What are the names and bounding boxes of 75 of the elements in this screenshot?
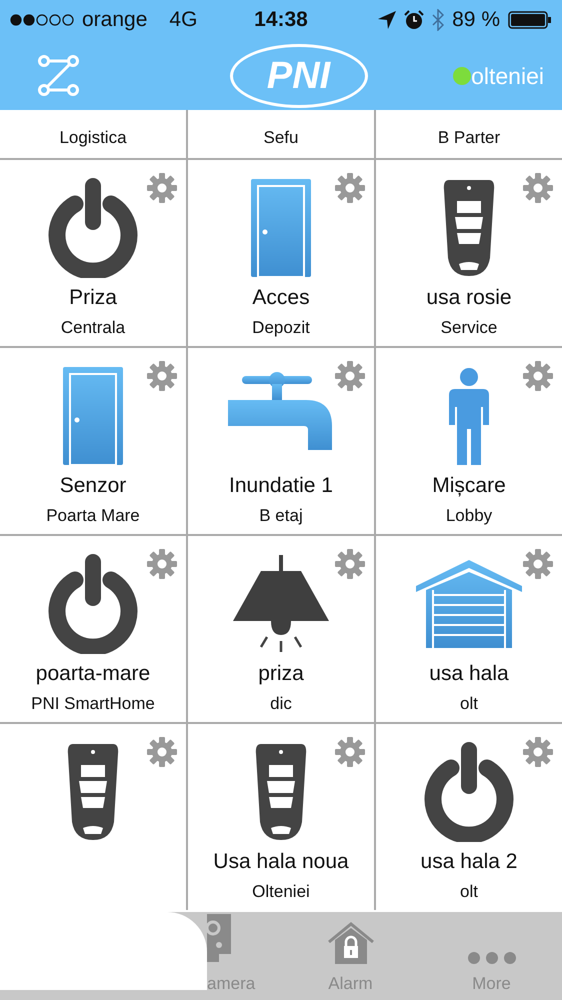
device-location: Centrala [60, 318, 126, 338]
carrier-name: orange [82, 8, 148, 32]
device-tile[interactable]: Logistica [0, 110, 186, 158]
network-type: 4G [169, 8, 198, 32]
device-location: Sefu [264, 128, 298, 148]
device-tile[interactable]: usa hala olt [376, 536, 562, 722]
device-name: Inundatie 1 [229, 474, 333, 498]
settings-icon[interactable] [146, 736, 178, 768]
battery-icon [508, 11, 552, 29]
signal-icon [10, 14, 74, 26]
garage-icon [416, 560, 522, 648]
power-icon [47, 178, 139, 278]
battery-percent: 89 % [452, 8, 500, 32]
device-location: B etaj [259, 506, 303, 526]
device-tile[interactable]: usa rosie Service [376, 160, 562, 346]
device-location: Depozit [252, 318, 310, 338]
settings-icon[interactable] [522, 360, 554, 392]
settings-icon[interactable] [146, 548, 178, 580]
settings-icon[interactable] [334, 736, 366, 768]
device-tile[interactable]: Priza Centrala [0, 160, 186, 346]
device-tile[interactable]: poarta-mare PNI SmartHome [0, 536, 186, 722]
device-tile[interactable]: Sefu [188, 110, 374, 158]
location-icon [378, 11, 396, 29]
device-tile[interactable]: B Parter [376, 110, 562, 158]
door-icon [63, 367, 123, 465]
device-name: Priza [69, 286, 117, 310]
device-tile[interactable] [0, 724, 186, 910]
device-tile[interactable]: Usa hala noua Olteniei [188, 724, 374, 910]
settings-icon[interactable] [334, 548, 366, 580]
device-name: Usa hala noua [213, 850, 349, 874]
device-location: PNI SmartHome [31, 694, 155, 714]
lamp-icon [231, 555, 331, 653]
device-name: usa hala [429, 662, 509, 686]
device-name: Acces [252, 286, 310, 310]
remote-icon [443, 178, 495, 278]
device-name: priza [258, 662, 304, 686]
house-lock-icon [326, 922, 374, 964]
alarm-clock-icon [404, 10, 424, 30]
remote-icon [255, 742, 307, 842]
device-location: Service [440, 318, 498, 338]
bluetooth-icon [432, 9, 444, 31]
device-name: usa rosie [426, 286, 512, 310]
door-icon [251, 179, 311, 277]
settings-icon[interactable] [522, 548, 554, 580]
device-location: Logistica [59, 128, 127, 148]
device-name: Senzor [60, 474, 126, 498]
person-icon [449, 367, 489, 465]
device-location: dic [270, 694, 292, 714]
clock-time: 14:38 [254, 8, 308, 32]
device-tile[interactable]: Inundatie 1 B etaj [188, 348, 374, 534]
device-location: B Parter [438, 128, 500, 148]
settings-icon[interactable] [522, 736, 554, 768]
device-tile[interactable]: Mișcare Lobby [376, 348, 562, 534]
device-location: Lobby [446, 506, 492, 526]
device-tile[interactable]: Senzor Poarta Mare [0, 348, 186, 534]
device-location: olt [460, 694, 478, 714]
device-location: Olteniei [252, 882, 310, 902]
device-tile[interactable]: Acces Depozit [188, 160, 374, 346]
device-name: usa hala 2 [420, 850, 518, 874]
remote-icon [67, 742, 119, 842]
settings-icon[interactable] [334, 360, 366, 392]
settings-icon[interactable] [146, 172, 178, 204]
settings-icon[interactable] [522, 172, 554, 204]
settings-icon[interactable] [334, 172, 366, 204]
power-icon [423, 742, 515, 842]
device-name: poarta-mare [36, 662, 150, 686]
more-icon [468, 952, 516, 964]
device-location: Poarta Mare [46, 506, 140, 526]
settings-icon[interactable] [146, 360, 178, 392]
device-location: olt [460, 882, 478, 902]
device-tile[interactable]: usa hala 2 olt [376, 724, 562, 910]
device-tile[interactable]: priza dic [188, 536, 374, 722]
route-icon[interactable] [38, 55, 80, 97]
device-name: Mișcare [432, 474, 506, 498]
power-icon [47, 554, 139, 654]
